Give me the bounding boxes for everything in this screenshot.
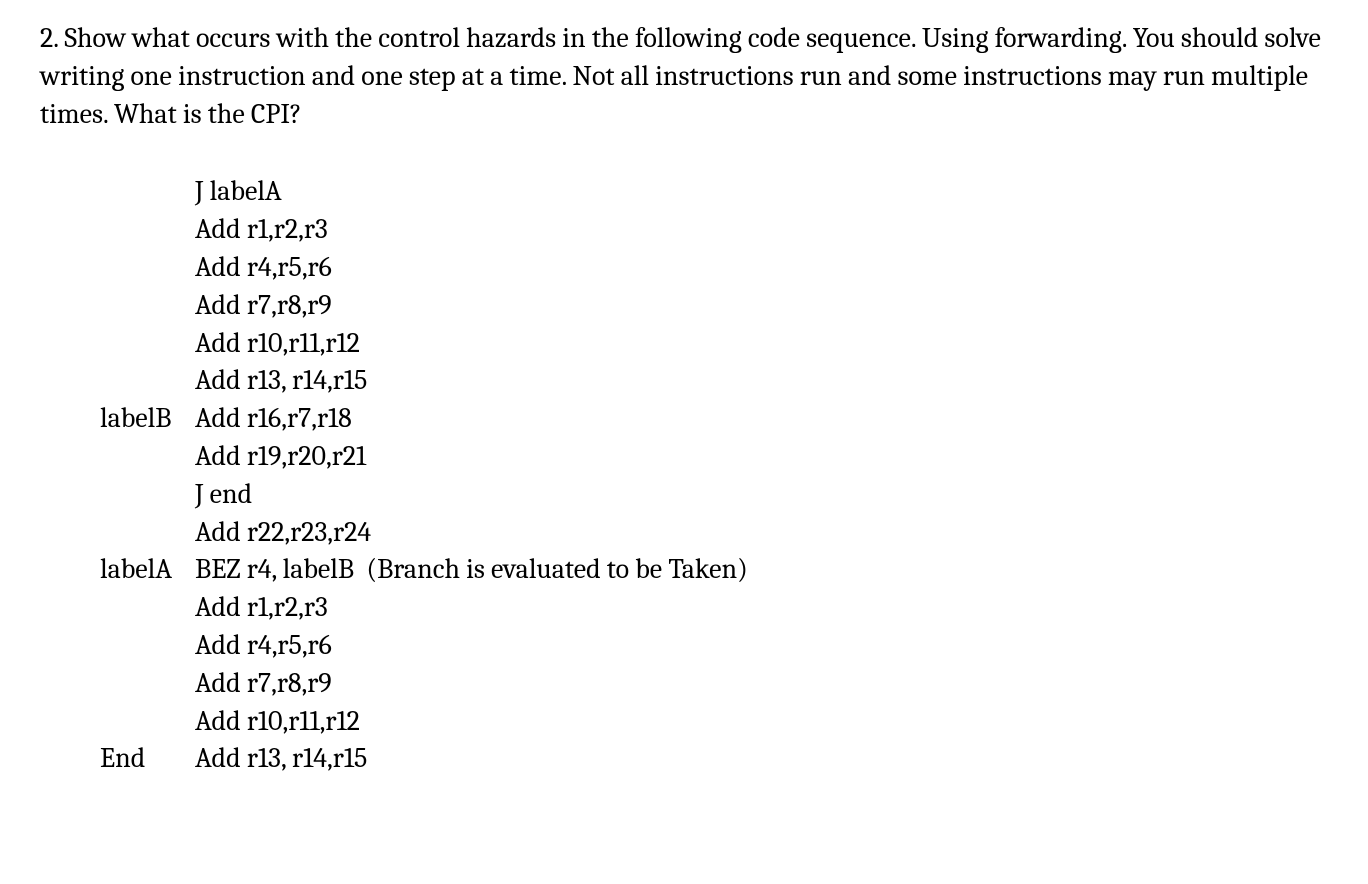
code-instruction: BEZ r4, labelB (Branch is evaluated to b…	[195, 553, 748, 585]
code-line: Add r7,r8,r9	[100, 287, 1328, 325]
code-instruction: Add r1,r2,r3	[195, 591, 328, 623]
code-instruction: Add r10,r11,r12	[195, 327, 360, 359]
code-line: Add r7,r8,r9	[100, 665, 1328, 703]
code-line: labelBAdd r16,r7,r18	[100, 400, 1328, 438]
code-instruction: Add r22,r23,r24	[195, 516, 371, 548]
question-prompt: 2. Show what occurs with the control haz…	[40, 20, 1328, 133]
question-body: Show what occurs with the control hazard…	[40, 22, 1321, 130]
code-instruction: Add r4,r5,r6	[195, 251, 332, 283]
code-line: Add r1,r2,r3	[100, 211, 1328, 249]
code-instruction: Add r4,r5,r6	[195, 629, 332, 661]
code-label: End	[100, 740, 195, 778]
code-line: Add r10,r11,r12	[100, 325, 1328, 363]
code-instruction: Add r7,r8,r9	[195, 667, 332, 699]
code-line: Add r1,r2,r3	[100, 589, 1328, 627]
code-label: labelA	[100, 551, 195, 589]
code-line: Add r10,r11,r12	[100, 703, 1328, 741]
code-line: Add r4,r5,r6	[100, 627, 1328, 665]
code-line: Add r13, r14,r15	[100, 362, 1328, 400]
question-number: 2.	[40, 22, 58, 54]
code-line: Add r22,r23,r24	[100, 514, 1328, 552]
code-instruction: Add r1,r2,r3	[195, 213, 328, 245]
code-line: J labelA	[100, 173, 1328, 211]
code-line: EndAdd r13, r14,r15	[100, 740, 1328, 778]
code-line: Add r4,r5,r6	[100, 249, 1328, 287]
code-instruction: J end	[195, 478, 252, 510]
code-line: Add r19,r20,r21	[100, 438, 1328, 476]
code-label: labelB	[100, 400, 195, 438]
code-instruction: Add r19,r20,r21	[195, 440, 366, 472]
code-instruction: Add r7,r8,r9	[195, 289, 332, 321]
code-line: labelABEZ r4, labelB (Branch is evaluate…	[100, 551, 1328, 589]
code-instruction: Add r10,r11,r12	[195, 705, 360, 737]
code-instruction: Add r13, r14,r15	[195, 364, 367, 396]
code-instruction: J labelA	[195, 175, 282, 207]
code-line: J end	[100, 476, 1328, 514]
code-listing: J labelA Add r1,r2,r3 Add r4,r5,r6 Add r…	[40, 173, 1328, 778]
code-instruction: Add r16,r7,r18	[195, 402, 352, 434]
code-instruction: Add r13, r14,r15	[195, 742, 367, 774]
